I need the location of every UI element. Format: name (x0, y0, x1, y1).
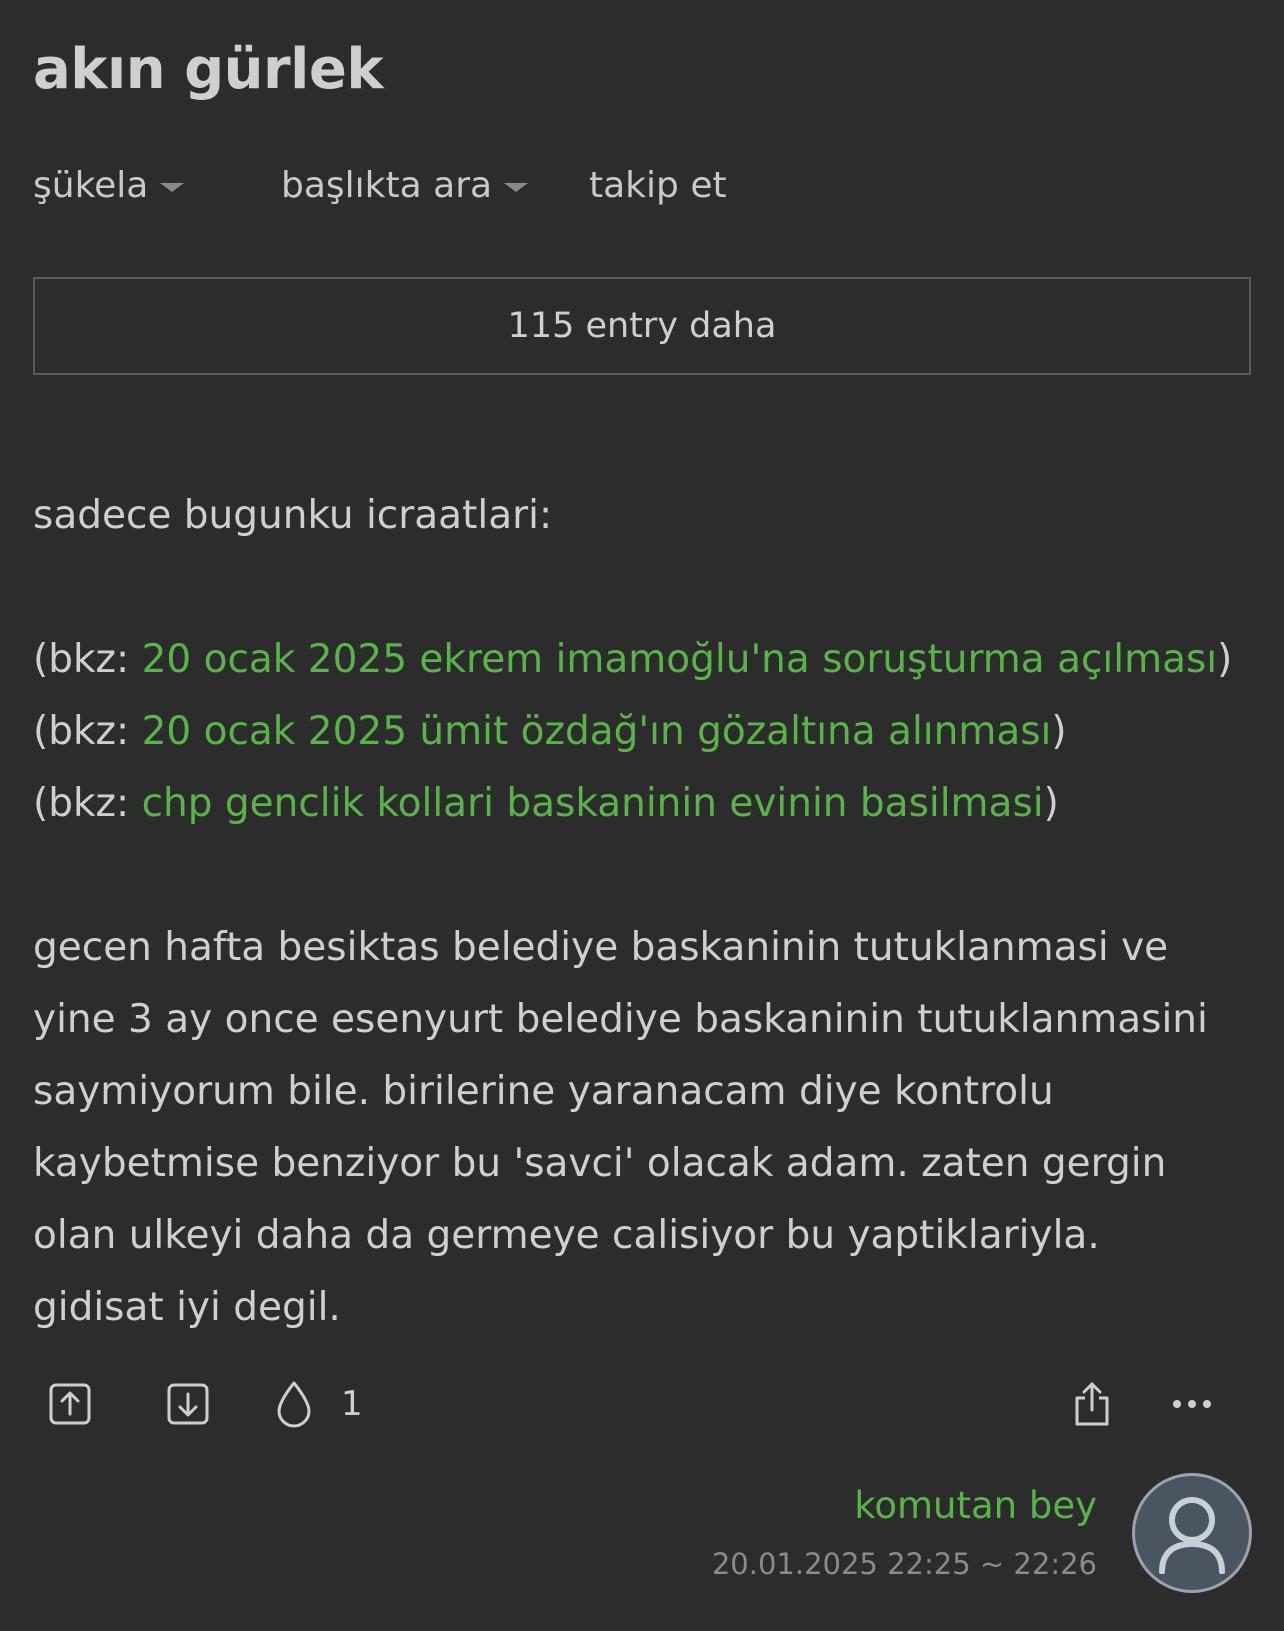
bkz-prefix: (bkz: (33, 637, 142, 682)
user-avatar-icon (1159, 1497, 1225, 1574)
entry-body-line: olan ulkeyi daha da germeye calisiyor bu… (33, 1213, 1100, 1258)
upvote-icon (49, 1383, 91, 1425)
favorite-count[interactable]: 1 (341, 1380, 363, 1428)
bkz-suffix: ) (1051, 709, 1067, 754)
bkz-suffix: ) (1043, 781, 1059, 826)
bkz-prefix: (bkz: (33, 709, 142, 754)
topic-title[interactable]: akın gürlek (33, 34, 384, 106)
bkz-link[interactable]: chp genclik kollari baskaninin evinin ba… (142, 781, 1044, 826)
entry-page: akın gürlek şükela başlıkta ara takip et… (0, 0, 1284, 1631)
entry-content: sadece bugunku icraatlari: (bkz: 20 ocak… (33, 480, 1258, 1344)
follow-button-label: takip et (589, 164, 727, 206)
more-entries-button[interactable]: 115 entry daha (33, 277, 1251, 375)
share-button[interactable] (1064, 1376, 1120, 1432)
upvote-button[interactable] (42, 1376, 98, 1432)
chevron-down-icon (504, 182, 529, 192)
entry-intro: sadece bugunku icraatlari: (33, 493, 553, 538)
entry-body-line: gidisat iyi degil. (33, 1285, 341, 1330)
entry-actions: 1 (33, 1376, 1251, 1432)
favorite-button[interactable] (266, 1376, 322, 1432)
topic-nav: şükela başlıkta ara takip et (33, 158, 727, 212)
more-icon (1173, 1400, 1211, 1408)
follow-button[interactable]: takip et (589, 165, 727, 206)
bkz-link[interactable]: 20 ocak 2025 ümit özdağ'ın gözaltına alı… (142, 709, 1052, 754)
search-in-topic-dropdown[interactable]: başlıkta ara (281, 165, 589, 206)
author-name[interactable]: komutan bey (712, 1480, 1097, 1532)
entry-body-line: saymiyorum bile. birilerine yaranacam di… (33, 1069, 1054, 1114)
entry-body-line: gecen hafta besiktas belediye baskaninin… (33, 925, 1169, 970)
downvote-icon (167, 1383, 209, 1425)
more-entries-label: 115 entry daha (507, 306, 777, 346)
bkz-reference: (bkz: chp genclik kollari baskaninin evi… (33, 768, 1258, 840)
search-in-topic-label: başlıkta ara (281, 164, 493, 206)
downvote-button[interactable] (160, 1376, 216, 1432)
bkz-reference: (bkz: 20 ocak 2025 ekrem imamoğlu'na sor… (33, 624, 1258, 696)
entry-body-line: yine 3 ay once esenyurt belediye baskani… (33, 997, 1208, 1042)
chevron-down-icon (160, 182, 185, 192)
sort-dropdown-label: şükela (33, 164, 149, 206)
more-options-button[interactable] (1164, 1376, 1220, 1432)
entry-date[interactable]: 20.01.2025 22:25 ~ 22:26 (712, 1542, 1097, 1586)
author-avatar[interactable] (1132, 1473, 1252, 1593)
drop-icon (277, 1381, 311, 1428)
share-icon (1075, 1382, 1109, 1426)
entry-body-line: kaybetmise benziyor bu 'savci' olacak ad… (33, 1141, 1167, 1186)
entry-footer: komutan bey 20.01.2025 22:25 ~ 22:26 (712, 1480, 1097, 1586)
bkz-link[interactable]: 20 ocak 2025 ekrem imamoğlu'na soruşturm… (142, 637, 1218, 682)
sort-dropdown[interactable]: şükela (33, 165, 281, 206)
bkz-prefix: (bkz: (33, 781, 142, 826)
bkz-reference: (bkz: 20 ocak 2025 ümit özdağ'ın gözaltı… (33, 696, 1258, 768)
bkz-suffix: ) (1217, 637, 1233, 682)
